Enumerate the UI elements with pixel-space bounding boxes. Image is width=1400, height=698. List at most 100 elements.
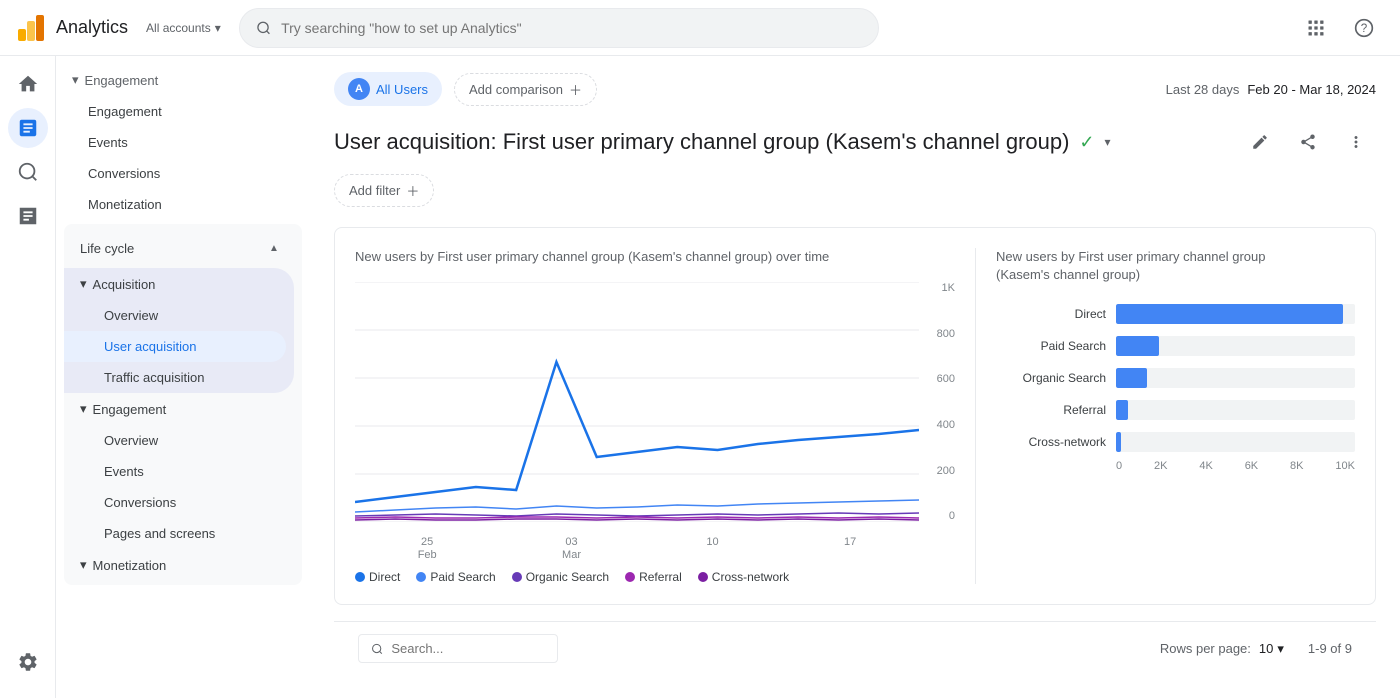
legend-cross-network-label: Cross-network: [712, 570, 789, 584]
explore-nav-icon[interactable]: [8, 152, 48, 192]
bar-row-organic-search: Organic Search: [996, 368, 1355, 388]
nav-item-user-acquisition[interactable]: User acquisition: [64, 331, 286, 362]
bar-track-referral: [1116, 400, 1355, 420]
topbar-right: ?: [1296, 8, 1384, 48]
line-chart-title: New users by First user primary channel …: [355, 248, 959, 266]
table-search-input[interactable]: [391, 641, 545, 656]
legend-organic-search-label: Organic Search: [526, 570, 609, 584]
help-icon[interactable]: ?: [1344, 8, 1384, 48]
date-range: Feb 20 - Mar 18, 2024: [1247, 82, 1376, 97]
chevron-down-rows-icon: ▾: [1277, 641, 1284, 657]
monetization-label: Monetization: [93, 558, 167, 573]
acquisition-header[interactable]: ▾ Acquisition: [64, 268, 294, 300]
title-dropdown-icon[interactable]: ▾: [1105, 135, 1111, 149]
charts-container: New users by First user primary channel …: [334, 227, 1376, 605]
top-engagement-header[interactable]: ▾ Engagement: [56, 64, 310, 96]
more-icon[interactable]: [1336, 122, 1376, 162]
rows-per-page-select[interactable]: 10 ▾: [1259, 641, 1284, 657]
logo-area: Analytics: [16, 13, 128, 43]
home-nav-icon[interactable]: [8, 64, 48, 104]
nav-item-engagement-top[interactable]: Engagement: [56, 96, 302, 127]
main-content: A All Users Add comparison ＋ Last 28 day…: [310, 56, 1400, 698]
legend-referral: Referral: [625, 570, 682, 584]
y-axis: 1K8006004002000: [937, 282, 959, 522]
bar-label-cross-network: Cross-network: [996, 435, 1106, 449]
advertising-nav-icon[interactable]: [8, 196, 48, 236]
legend-paid-search-label: Paid Search: [430, 570, 495, 584]
top-engagement-label: Engagement: [85, 73, 159, 88]
line-chart-canvas: 1K8006004002000: [355, 282, 959, 562]
rows-per-page: Rows per page: 10 ▾: [1160, 641, 1284, 657]
bar-track-organic-search: [1116, 368, 1355, 388]
engagement-sub-header[interactable]: ▾ Engagement: [64, 393, 302, 425]
nav-item-overview-eng[interactable]: Overview: [64, 425, 294, 456]
search-icon: [256, 20, 271, 36]
add-filter-label: Add filter: [349, 183, 400, 198]
bar-row-referral: Referral: [996, 400, 1355, 420]
bar-chart-rows: Direct Paid Search Organic: [996, 304, 1355, 452]
nav-item-conversions-top[interactable]: Conversions: [56, 158, 302, 189]
engagement-sub-label: Engagement: [93, 402, 167, 417]
left-rail: [0, 56, 56, 698]
bar-track-cross-network: [1116, 432, 1355, 452]
all-users-chip[interactable]: A All Users: [334, 72, 442, 106]
search-input[interactable]: [281, 20, 862, 36]
chevron-right-monetization-icon: ▾: [80, 557, 87, 573]
bar-row-cross-network: Cross-network: [996, 432, 1355, 452]
chevron-right-acquisition-icon: ▾: [80, 276, 87, 292]
bar-label-paid-search: Paid Search: [996, 339, 1106, 353]
bar-label-organic-search: Organic Search: [996, 371, 1106, 385]
legend-direct-label: Direct: [369, 570, 400, 584]
nav-item-pages-screens[interactable]: Pages and screens: [64, 518, 294, 549]
search-table-icon: [371, 642, 383, 656]
chart-inner: [355, 282, 919, 522]
bar-fill-paid-search: [1116, 336, 1159, 356]
grid-icon[interactable]: [1296, 8, 1336, 48]
add-comparison-label: Add comparison: [469, 82, 563, 97]
line-chart-area: New users by First user primary channel …: [355, 248, 959, 584]
line-chart-svg: [355, 282, 919, 522]
lifecycle-header[interactable]: Life cycle ▲: [64, 228, 302, 268]
collapse-lifecycle-button[interactable]: ▲: [262, 236, 286, 260]
segment-bar: A All Users Add comparison ＋ Last 28 day…: [334, 72, 1376, 106]
search-bar[interactable]: [239, 8, 879, 48]
table-search-box[interactable]: [358, 634, 558, 663]
bar-chart-area: New users by First user primary channel …: [975, 248, 1355, 584]
title-actions: [1240, 122, 1376, 162]
nav-sidebar: ▾ Engagement Engagement Events Conversio…: [56, 56, 310, 698]
user-avatar: A: [348, 78, 370, 100]
monetization-sub-header[interactable]: ▾ Monetization: [64, 549, 302, 581]
chart-legend: Direct Paid Search Organic Search R: [355, 570, 959, 584]
nav-item-conversions-eng[interactable]: Conversions: [64, 487, 294, 518]
account-badge[interactable]: All accounts ▾: [140, 17, 227, 39]
bar-label-referral: Referral: [996, 403, 1106, 417]
app-title: Analytics: [56, 17, 128, 38]
nav-item-traffic-acquisition[interactable]: Traffic acquisition: [64, 362, 286, 393]
reports-nav-icon[interactable]: [8, 108, 48, 148]
bar-x-axis: 02K4K6K8K10K: [996, 460, 1355, 472]
add-filter-button[interactable]: Add filter ＋: [334, 174, 434, 207]
analytics-logo-icon: [16, 13, 46, 43]
bottom-bar: Rows per page: 10 ▾ 1-9 of 9: [334, 621, 1376, 675]
x-axis: 25Feb 03Mar 10 17: [355, 532, 919, 562]
account-label: All accounts: [146, 21, 211, 35]
page-info: 1-9 of 9: [1308, 641, 1352, 656]
edit-icon[interactable]: [1240, 122, 1280, 162]
bar-fill-cross-network: [1116, 432, 1121, 452]
nav-item-events-eng[interactable]: Events: [64, 456, 294, 487]
share-icon[interactable]: [1288, 122, 1328, 162]
nav-item-overview-acq[interactable]: Overview: [64, 300, 286, 331]
bar-fill-direct: [1116, 304, 1343, 324]
legend-direct: Direct: [355, 570, 400, 584]
add-comparison-button[interactable]: Add comparison ＋: [454, 73, 597, 106]
settings-nav-icon[interactable]: [8, 642, 48, 682]
main-area: ▾ Engagement Engagement Events Conversio…: [0, 56, 1400, 698]
bar-row-paid-search: Paid Search: [996, 336, 1355, 356]
nav-item-events-top[interactable]: Events: [56, 127, 302, 158]
bar-fill-organic-search: [1116, 368, 1147, 388]
lifecycle-label: Life cycle: [80, 241, 134, 256]
legend-referral-label: Referral: [639, 570, 682, 584]
legend-organic-search: Organic Search: [512, 570, 609, 584]
legend-paid-search: Paid Search: [416, 570, 495, 584]
nav-item-monetization-top[interactable]: Monetization: [56, 189, 302, 220]
